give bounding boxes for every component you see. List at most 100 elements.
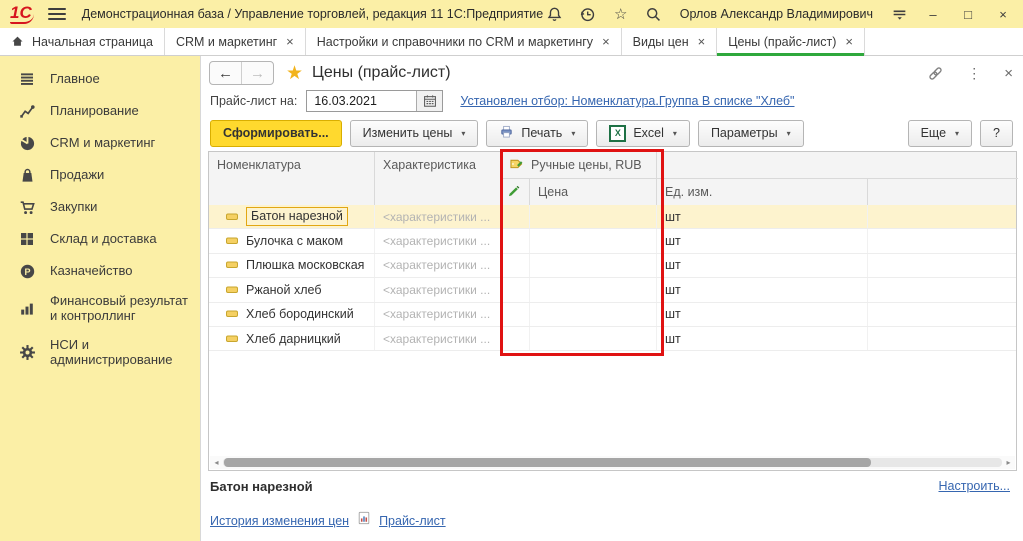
chevron-down-icon: ▾: [461, 129, 465, 138]
item-name[interactable]: Булочка с маком: [246, 234, 343, 248]
tab-close-icon[interactable]: ×: [286, 35, 294, 48]
column-header-nomenclature[interactable]: Номенклатура: [209, 152, 375, 205]
horizontal-scrollbar[interactable]: ◂ ▸: [210, 456, 1015, 469]
service-menu-icon[interactable]: [890, 5, 908, 23]
favorites-star-icon[interactable]: ☆: [612, 5, 630, 23]
sidebar-item-sales[interactable]: Продажи: [0, 159, 200, 191]
table-row[interactable]: Батон нарезной <характеристики ... шт: [209, 205, 1016, 229]
back-button[interactable]: ←: [210, 62, 242, 84]
report-icon: [357, 511, 371, 530]
scrollbar-thumb[interactable]: [224, 458, 871, 467]
price-cell[interactable]: [530, 229, 657, 252]
get-link-icon[interactable]: [927, 65, 944, 82]
pricelist-report-link[interactable]: Прайс-лист: [379, 514, 446, 528]
notifications-bell-icon[interactable]: [546, 5, 564, 23]
current-user-name[interactable]: Орлов Александр Владимирович: [680, 7, 873, 21]
column-header-manual-prices[interactable]: Ручные цены, RUB: [501, 152, 657, 179]
bottom-links: История изменения цен Прайс-лист: [210, 511, 446, 530]
table-row[interactable]: Хлеб бородинский <характеристики ... шт: [209, 303, 1016, 327]
price-cell[interactable]: [530, 327, 657, 350]
sidebar-item-administration[interactable]: НСИ и администрирование: [0, 331, 200, 375]
item-name[interactable]: Плюшка московская: [246, 258, 364, 272]
item-name[interactable]: Хлеб бородинский: [246, 307, 354, 321]
price-list-table: Номенклатура Характеристика Ручные цены,…: [208, 151, 1017, 471]
home-icon: [11, 35, 24, 48]
tab-home[interactable]: Начальная страница: [0, 28, 165, 55]
item-characteristic: <характеристики ...: [375, 254, 501, 277]
tab-close-icon[interactable]: ×: [602, 35, 610, 48]
tab-prices-pricelist[interactable]: Цены (прайс-лист) ×: [717, 28, 865, 55]
form-close-icon[interactable]: ×: [1004, 65, 1013, 82]
price-cell[interactable]: [530, 278, 657, 301]
gear-icon: [17, 344, 37, 362]
item-name[interactable]: Хлеб дарницкий: [246, 332, 341, 346]
more-button[interactable]: Еще ▾: [908, 120, 972, 147]
column-header-price[interactable]: Цена: [530, 179, 657, 205]
nav-history-group: ← →: [209, 61, 274, 85]
print-button[interactable]: Печать ▾: [486, 120, 588, 147]
excel-button[interactable]: X Excel ▾: [596, 120, 690, 147]
price-cell[interactable]: [530, 205, 657, 228]
filter-link[interactable]: Установлен отбор: Номенклатура.Группа В …: [460, 94, 794, 108]
sidebar-item-main[interactable]: Главное: [0, 63, 200, 95]
calendar-icon[interactable]: [416, 91, 442, 111]
shopping-cart-icon: [17, 198, 37, 216]
tab-crm-settings[interactable]: Настройки и справочники по CRM и маркети…: [306, 28, 622, 55]
item-name[interactable]: Ржаной хлеб: [246, 283, 321, 297]
column-header-empty-top: [657, 152, 1018, 179]
pencil-column-header[interactable]: [501, 179, 530, 205]
price-history-link[interactable]: История изменения цен: [210, 514, 349, 528]
maximize-button[interactable]: □: [958, 7, 978, 22]
search-icon[interactable]: [645, 5, 663, 23]
button-label: Параметры: [711, 126, 778, 140]
sidebar-item-purchases[interactable]: Закупки: [0, 191, 200, 223]
shopping-bag-icon: [17, 166, 37, 184]
chevron-down-icon: ▾: [955, 129, 959, 138]
item-name[interactable]: Батон нарезной: [246, 207, 348, 226]
parameters-button[interactable]: Параметры ▾: [698, 120, 804, 147]
tab-price-kinds[interactable]: Виды цен ×: [622, 28, 718, 55]
pricelist-date-row: Прайс-лист на: 16.03.2021 Установлен отб…: [210, 89, 795, 113]
pencil-cell: [501, 278, 530, 301]
svg-text:Р: Р: [24, 266, 30, 276]
history-icon[interactable]: [579, 5, 597, 23]
minimize-button[interactable]: –: [923, 7, 943, 22]
forward-button[interactable]: →: [242, 62, 273, 84]
column-header-characteristic[interactable]: Характеристика: [375, 152, 501, 205]
tab-close-icon[interactable]: ×: [698, 35, 706, 48]
item-characteristic: <характеристики ...: [375, 327, 501, 350]
tab-crm-marketing[interactable]: CRM и маркетинг ×: [165, 28, 306, 55]
item-icon: [226, 234, 238, 248]
column-header-unit[interactable]: Ед. изм.: [657, 179, 868, 205]
sidebar-item-planning[interactable]: Планирование: [0, 95, 200, 127]
help-button[interactable]: ?: [980, 120, 1013, 147]
main-menu-button[interactable]: [48, 8, 66, 21]
favorite-star-icon[interactable]: ★: [286, 64, 303, 83]
sidebar-item-label: CRM и маркетинг: [50, 136, 155, 151]
sidebar-item-crm-marketing[interactable]: CRM и маркетинг: [0, 127, 200, 159]
table-row[interactable]: Хлеб дарницкий <характеристики ... шт: [209, 327, 1016, 351]
scrollbar-track[interactable]: [223, 458, 1002, 467]
tab-close-icon[interactable]: ×: [845, 35, 853, 48]
sidebar-item-finresult[interactable]: Финансовый результат и контроллинг: [0, 287, 200, 331]
table-row[interactable]: Ржаной хлеб <характеристики ... шт: [209, 278, 1016, 302]
more-menu-icon[interactable]: ⋮: [967, 65, 981, 82]
date-input[interactable]: 16.03.2021: [307, 91, 416, 111]
generate-button[interactable]: Сформировать...: [210, 120, 342, 147]
change-prices-button[interactable]: Изменить цены ▾: [350, 120, 479, 147]
pencil-cell: [501, 254, 530, 277]
unit-cell: шт: [657, 327, 868, 350]
button-label: Печать: [521, 126, 562, 140]
table-row[interactable]: Булочка с маком <характеристики ... шт: [209, 229, 1016, 253]
sidebar-item-label: Склад и доставка: [50, 232, 157, 247]
close-button[interactable]: ×: [993, 7, 1013, 22]
configure-link[interactable]: Настроить...: [939, 479, 1011, 493]
scroll-left-arrow-icon[interactable]: ◂: [210, 456, 223, 469]
sidebar-item-warehouse[interactable]: Склад и доставка: [0, 223, 200, 255]
price-cell[interactable]: [530, 303, 657, 326]
scroll-right-arrow-icon[interactable]: ▸: [1002, 456, 1015, 469]
price-cell[interactable]: [530, 254, 657, 277]
ruble-coin-icon: Р: [17, 262, 37, 280]
sidebar-item-treasury[interactable]: Р Казначейство: [0, 255, 200, 287]
table-row[interactable]: Плюшка московская <характеристики ... шт: [209, 254, 1016, 278]
